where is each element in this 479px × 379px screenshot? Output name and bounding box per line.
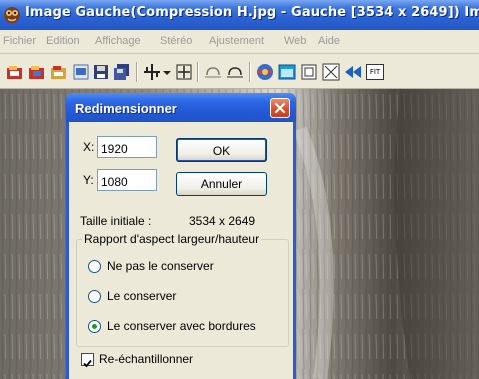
menu-fichier[interactable]: Fichier <box>3 35 36 47</box>
x-label: X: <box>83 140 95 154</box>
menu-bar: Fichier Edition Affichage Stéréo Ajustem… <box>0 30 479 54</box>
crosshair-icon[interactable] <box>143 63 161 81</box>
move-icon[interactable] <box>175 63 193 81</box>
browse-icon[interactable] <box>72 63 90 81</box>
window-icon[interactable] <box>278 63 296 81</box>
radio-selected-dot <box>92 324 97 329</box>
radio-conserver[interactable] <box>88 290 101 303</box>
menu-web[interactable]: Web <box>284 35 306 47</box>
open-multiple-icon[interactable] <box>28 63 46 81</box>
close-button[interactable] <box>270 98 290 118</box>
aspect-ratio-group-label: Rapport d'aspect largeur/hauteur <box>82 232 262 246</box>
checkmark-icon <box>83 359 92 368</box>
radio-ne-pas-conserver[interactable] <box>88 260 101 273</box>
resample-checkbox[interactable] <box>81 353 94 368</box>
menu-aide[interactable]: Aide <box>318 35 340 47</box>
radio-conserver-bordures[interactable] <box>88 320 101 333</box>
cancel-button[interactable]: Annuler <box>176 172 267 196</box>
toolbar-separator <box>197 62 199 82</box>
radio-conserver-bordures-label[interactable]: Le conserver avec bordures <box>107 319 256 333</box>
toolbar: FIT <box>0 54 479 89</box>
ok-button[interactable]: OK <box>176 138 267 162</box>
resample-label[interactable]: Re-échantillonner <box>99 352 193 366</box>
initial-size-value: 3534 x 2649 <box>189 214 256 228</box>
app-icon <box>4 7 20 23</box>
dropdown-arrow-icon[interactable] <box>162 63 172 81</box>
resize-dialog: Redimensionner X: OK Y: Annuler Taille i… <box>66 93 296 379</box>
x-input[interactable] <box>97 136 157 158</box>
redo-icon[interactable] <box>226 63 244 81</box>
toolbar-separator <box>249 62 251 82</box>
dialog-body: X: OK Y: Annuler Taille initiale : 3534 … <box>69 122 293 379</box>
frame-icon[interactable] <box>300 63 318 81</box>
toolbar-separator <box>136 62 138 82</box>
close-icon <box>274 102 286 114</box>
y-input[interactable] <box>97 169 157 191</box>
menu-edition[interactable]: Edition <box>46 35 80 47</box>
stereo-icon[interactable] <box>256 63 274 81</box>
prev-icon[interactable] <box>344 63 362 81</box>
open-folder-icon[interactable] <box>50 63 68 81</box>
initial-size-label: Taille initiale : <box>80 214 152 228</box>
window-title: Image Gauche(Compression H.jpg - Gauche … <box>25 5 479 20</box>
save-all-icon[interactable] <box>113 63 131 81</box>
save-icon[interactable] <box>92 63 110 81</box>
open-icon[interactable] <box>6 63 24 81</box>
menu-affichage[interactable]: Affichage <box>95 35 141 47</box>
y-label: Y: <box>83 173 94 187</box>
fit-screen-icon[interactable]: FIT <box>366 64 384 80</box>
menu-ajustement[interactable]: Ajustement <box>209 35 264 47</box>
menu-stereo[interactable]: Stéréo <box>160 35 192 47</box>
radio-conserver-label[interactable]: Le conserver <box>107 289 176 303</box>
fit-icon[interactable] <box>322 63 340 81</box>
dialog-title: Redimensionner <box>75 101 177 116</box>
radio-ne-pas-conserver-label[interactable]: Ne pas le conserver <box>107 259 214 273</box>
dialog-title-bar[interactable]: Redimensionner <box>66 93 296 122</box>
window-title-bar[interactable]: Image Gauche(Compression H.jpg - Gauche … <box>0 0 479 30</box>
undo-icon[interactable] <box>204 63 222 81</box>
